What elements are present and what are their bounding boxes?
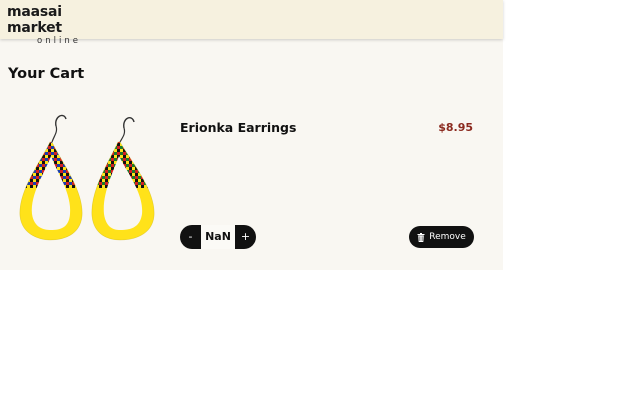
- brand-tagline: online: [37, 36, 81, 46]
- remove-button[interactable]: Remove: [409, 226, 474, 248]
- item-price: $8.95: [438, 121, 473, 134]
- brand-name: maasai market: [7, 4, 62, 36]
- trash-icon: [417, 232, 425, 242]
- page-title: Your Cart: [8, 66, 85, 82]
- increment-button[interactable]: +: [235, 225, 256, 249]
- item-name[interactable]: Erionka Earrings: [180, 120, 296, 135]
- beaded-earrings-image: [19, 114, 155, 241]
- site-header: maasai market online: [0, 0, 503, 46]
- app-container: maasai market online Your Cart Erionka E…: [0, 0, 503, 270]
- brand-logo[interactable]: maasai market online: [7, 4, 107, 46]
- decrement-button[interactable]: -: [180, 225, 201, 249]
- remove-label: Remove: [429, 232, 466, 242]
- quantity-value: NaN: [201, 225, 235, 249]
- quantity-stepper: - NaN +: [180, 225, 256, 249]
